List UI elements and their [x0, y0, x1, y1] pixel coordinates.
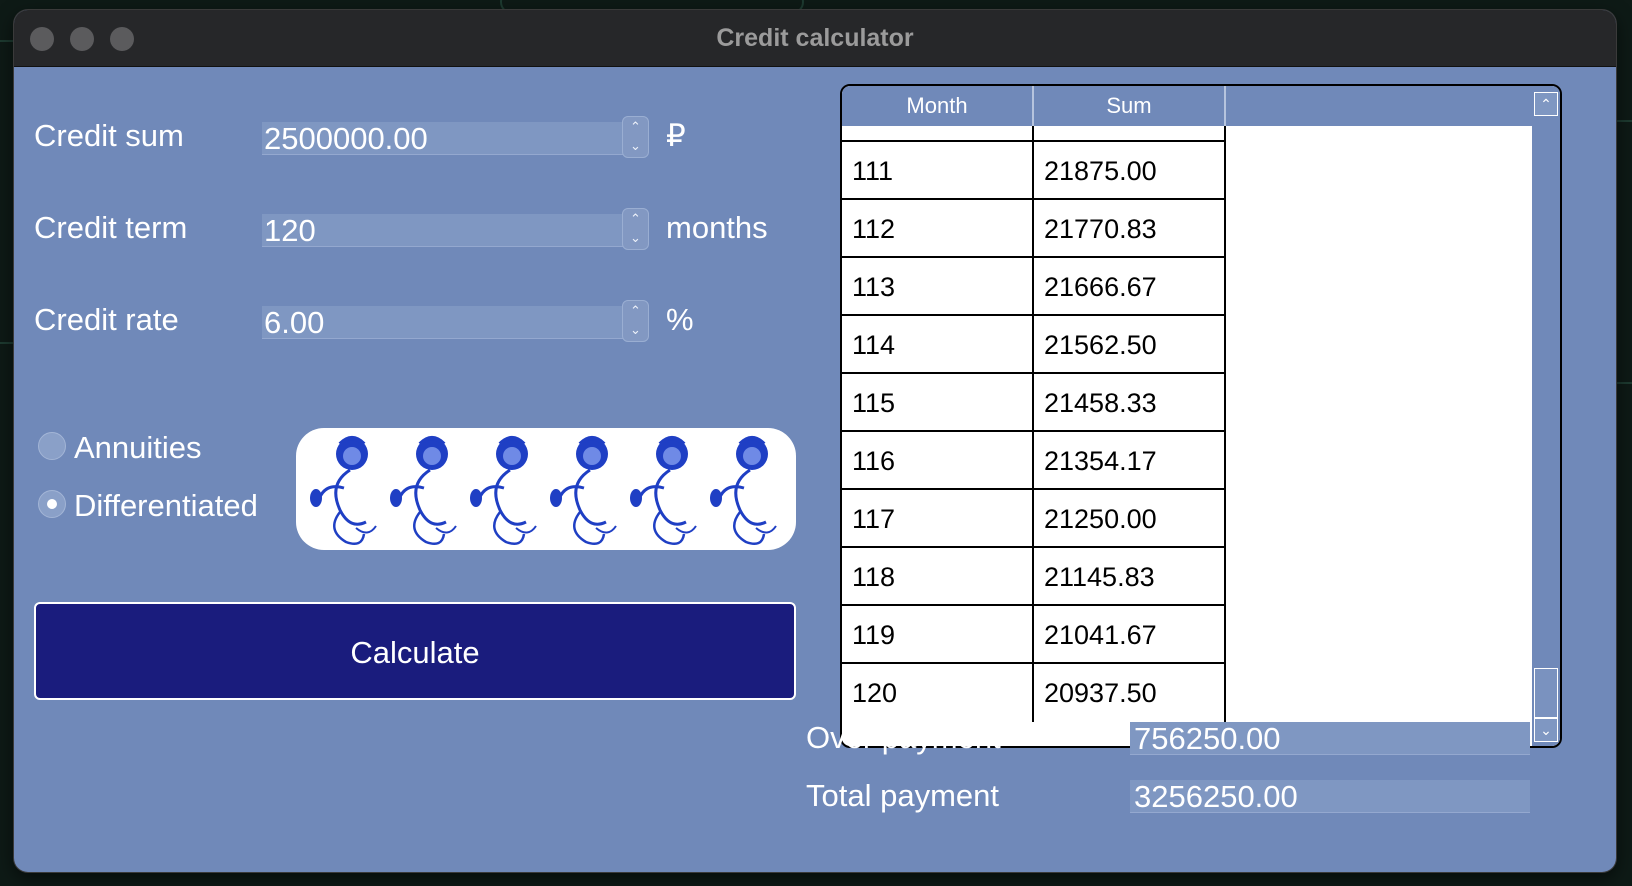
credit-sum-label: Credit sum: [34, 118, 184, 153]
table-row[interactable]: 119 21041.67: [842, 606, 1242, 664]
credit-rate-unit: %: [666, 302, 694, 337]
flower-ornament-icon: [308, 436, 778, 546]
table-row[interactable]: 120 20937.50: [842, 664, 1242, 722]
chevron-up-icon[interactable]: ⌃: [623, 209, 648, 228]
credit-term-stepper[interactable]: ⌃ ⌄: [622, 208, 649, 250]
chevron-up-icon[interactable]: ⌃: [623, 301, 648, 320]
sum-cell: 21145.83: [1034, 548, 1226, 606]
over-payment-output: 756250.00: [1130, 722, 1530, 756]
credit-term-unit: months: [666, 210, 768, 245]
table-scrollbar[interactable]: ⌃ ⌄: [1532, 86, 1560, 746]
chevron-down-icon[interactable]: ⌄: [623, 320, 648, 339]
month-cell: 119: [842, 606, 1034, 664]
month-cell: 116: [842, 432, 1034, 490]
month-cell: 117: [842, 490, 1034, 548]
table-row[interactable]: 114 21562.50: [842, 316, 1242, 374]
credit-sum-unit: ₽: [666, 118, 686, 153]
total-payment-label: Total payment: [806, 778, 999, 813]
chevron-up-icon[interactable]: ⌃: [1534, 92, 1558, 116]
credit-rate-label: Credit rate: [34, 302, 179, 337]
sum-cell: 20937.50: [1034, 664, 1226, 722]
differentiated-radio[interactable]: [38, 490, 66, 518]
sum-cell: 21250.00: [1034, 490, 1226, 548]
table-row[interactable]: 111 21875.00: [842, 142, 1242, 200]
chevron-down-icon[interactable]: ⌄: [623, 228, 648, 247]
sum-cell: 21875.00: [1034, 142, 1226, 200]
chevron-down-icon[interactable]: ⌄: [1534, 718, 1558, 742]
sum-cell: 21562.50: [1034, 316, 1226, 374]
month-cell: 111: [842, 142, 1034, 200]
table-row[interactable]: 112 21770.83: [842, 200, 1242, 258]
column-header-sum[interactable]: Sum: [1034, 86, 1226, 126]
payments-table: Month Sum 111 21875.00 112 21770.83 113 …: [840, 84, 1562, 748]
credit-term-label: Credit term: [34, 210, 188, 245]
window-title: Credit calculator: [716, 24, 914, 52]
calculate-button[interactable]: Calculate: [34, 602, 796, 700]
annuities-radio[interactable]: [38, 432, 66, 460]
table-cell-partial: [842, 126, 1034, 142]
sum-cell: 21458.33: [1034, 374, 1226, 432]
sum-cell: 21770.83: [1034, 200, 1226, 258]
month-cell: 113: [842, 258, 1034, 316]
differentiated-radio-label[interactable]: Differentiated: [74, 488, 258, 524]
month-cell: 114: [842, 316, 1034, 374]
scrollbar-thumb[interactable]: [1534, 668, 1558, 718]
over-payment-label: Over payment: [806, 720, 1001, 755]
sum-cell: 21041.67: [1034, 606, 1226, 664]
title-bar: Credit calculator: [14, 10, 1616, 67]
sum-cell: 21354.17: [1034, 432, 1226, 490]
sum-cell: 21666.67: [1034, 258, 1226, 316]
credit-term-input[interactable]: 120: [262, 214, 624, 248]
chevron-down-icon[interactable]: ⌄: [623, 136, 648, 155]
annuities-radio-label[interactable]: Annuities: [74, 430, 202, 466]
credit-rate-stepper[interactable]: ⌃ ⌄: [622, 300, 649, 342]
table-row[interactable]: 115 21458.33: [842, 374, 1242, 432]
table-row[interactable]: 117 21250.00: [842, 490, 1242, 548]
table-row[interactable]: 116 21354.17: [842, 432, 1242, 490]
app-window: Credit calculator Credit sum 2500000.00 …: [14, 10, 1616, 872]
credit-sum-input[interactable]: 2500000.00: [262, 122, 624, 156]
table-row[interactable]: 113 21666.67: [842, 258, 1242, 316]
gzhel-ornament-image: [296, 428, 796, 550]
credit-rate-input[interactable]: 6.00: [262, 306, 624, 340]
column-header-month[interactable]: Month: [842, 86, 1034, 126]
month-cell: 115: [842, 374, 1034, 432]
total-payment-output: 3256250.00: [1130, 780, 1530, 814]
table-header: Month Sum: [842, 86, 1536, 126]
table-cell-partial: [1034, 126, 1226, 142]
month-cell: 120: [842, 664, 1034, 722]
table-row[interactable]: 118 21145.83: [842, 548, 1242, 606]
month-cell: 112: [842, 200, 1034, 258]
chevron-up-icon[interactable]: ⌃: [623, 117, 648, 136]
month-cell: 118: [842, 548, 1034, 606]
credit-sum-stepper[interactable]: ⌃ ⌄: [622, 116, 649, 158]
